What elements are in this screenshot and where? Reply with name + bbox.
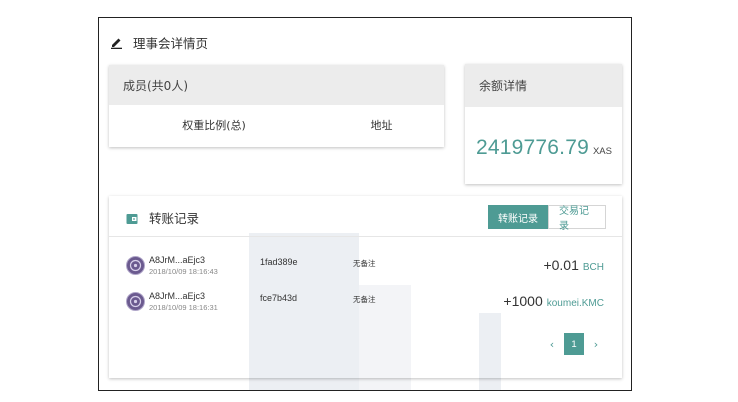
balance-amount: 2419776.79 bbox=[476, 136, 589, 159]
record-tabs: 转账记录 交易记录 bbox=[488, 205, 606, 232]
members-card: 成员(共0人) 权重比例(总) 地址 bbox=[109, 65, 444, 147]
amount-value: +1000 bbox=[503, 293, 543, 309]
balance-header: 余额详情 bbox=[465, 64, 622, 107]
transfer-time: 2018/10/09 18:16:31 bbox=[149, 303, 218, 312]
members-header: 成员(共0人) bbox=[109, 65, 444, 105]
page-title: 理事会详情页 bbox=[133, 35, 209, 51]
transfer-amount: +1000 koumei.KMC bbox=[503, 293, 604, 309]
balance-card: 余额详情 2419776.79 XAS bbox=[465, 64, 622, 184]
amount-unit: BCH bbox=[582, 262, 604, 273]
next-page-icon[interactable]: › bbox=[587, 333, 605, 355]
column-address: 地址 bbox=[370, 119, 393, 132]
tab-transfer-records[interactable]: 转账记录 bbox=[488, 205, 548, 229]
column-weight-ratio: 权重比例(总) bbox=[182, 119, 246, 132]
table-row[interactable]: A8JrM...aEjc3 2018/10/09 18:16:43 1fad38… bbox=[109, 251, 622, 285]
transaction-hash[interactable]: 1fad389e bbox=[260, 257, 298, 267]
wallet-icon bbox=[126, 210, 138, 224]
amount-unit: koumei.KMC bbox=[546, 298, 604, 309]
transfers-card: 转账记录 转账记录 交易记录 A8JrM...aEjc3 2018/10/09 … bbox=[109, 196, 622, 378]
memo: 无备注 bbox=[353, 259, 376, 268]
memo: 无备注 bbox=[353, 295, 376, 304]
prev-page-icon[interactable]: ‹ bbox=[543, 333, 561, 355]
sender-address[interactable]: A8JrM...aEjc3 bbox=[149, 291, 205, 301]
balance-unit: XAS bbox=[592, 146, 612, 157]
transfer-amount: +0.01 BCH bbox=[543, 257, 604, 273]
tab-transaction-records[interactable]: 交易记录 bbox=[548, 205, 606, 232]
sender-address[interactable]: A8JrM...aEjc3 bbox=[149, 255, 205, 265]
members-table-header: 权重比例(总) 地址 bbox=[109, 105, 444, 145]
transaction-hash[interactable]: fce7b43d bbox=[260, 293, 297, 303]
page-frame: 理事会详情页 成员(共0人) 权重比例(总) 地址 余额详情 2419776.7… bbox=[98, 17, 632, 391]
balance-value: 2419776.79 XAS bbox=[476, 136, 612, 160]
amount-value: +0.01 bbox=[543, 257, 579, 273]
avatar bbox=[126, 256, 145, 275]
page-header: 理事会详情页 bbox=[109, 32, 208, 52]
avatar bbox=[126, 292, 145, 311]
transfer-time: 2018/10/09 18:16:43 bbox=[149, 267, 218, 276]
edit-icon bbox=[109, 35, 123, 49]
transfers-title: 转账记录 bbox=[149, 211, 200, 226]
page-number-current[interactable]: 1 bbox=[564, 333, 584, 355]
transfers-header: 转账记录 转账记录 交易记录 bbox=[109, 196, 622, 237]
table-row[interactable]: A8JrM...aEjc3 2018/10/09 18:16:31 fce7b4… bbox=[109, 287, 622, 321]
pagination: ‹ 1 › bbox=[543, 333, 605, 355]
